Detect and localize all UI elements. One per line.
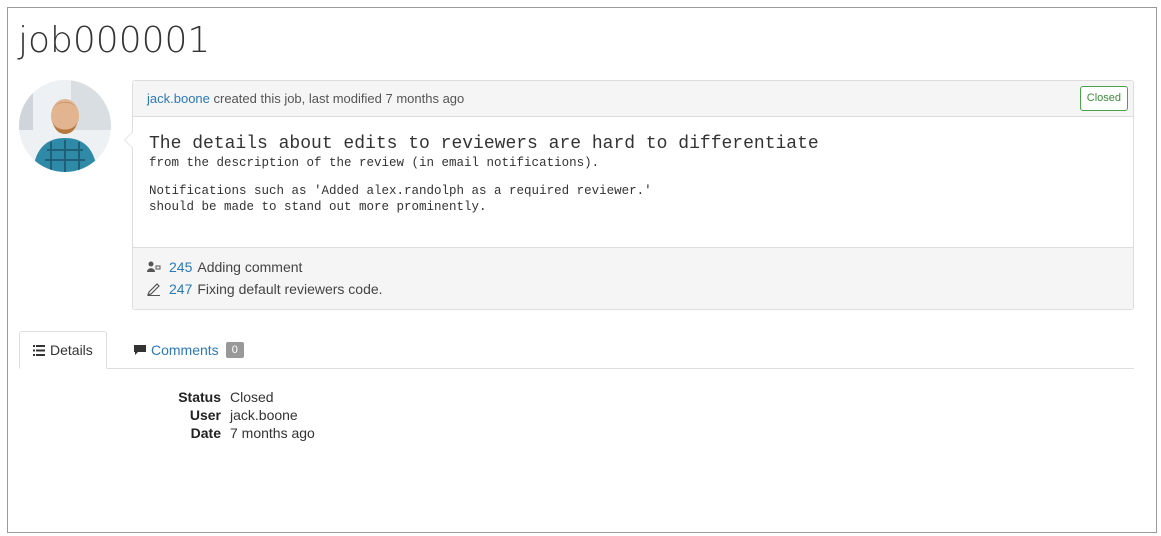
- change-link[interactable]: 247: [169, 281, 192, 297]
- job-panel: jack.boone created this job, last modifi…: [124, 80, 1134, 310]
- detail-value: Closed: [230, 389, 274, 405]
- detail-label: Date: [190, 425, 221, 441]
- job-meta-text: created this job, last modified 7 months…: [209, 91, 465, 106]
- details-list: Status Closed User jack.boone Date 7 mon…: [150, 388, 315, 442]
- detail-row-status: Status Closed: [150, 388, 315, 406]
- avatar-image: [19, 80, 111, 172]
- tab-details[interactable]: Details: [19, 331, 107, 369]
- detail-label: User: [189, 407, 221, 423]
- detail-row-date: Date 7 months ago: [150, 424, 315, 442]
- user-link[interactable]: jack.boone: [230, 406, 298, 424]
- commit-icon: [147, 282, 165, 296]
- description-line: from the description of the review (in e…: [149, 156, 600, 170]
- description-line: Notifications such as 'Added alex.randol…: [149, 184, 652, 198]
- tab-comments[interactable]: Comments 0: [121, 331, 257, 369]
- detail-row-user: User jack.boone: [150, 406, 315, 424]
- review-text: Adding comment: [197, 259, 303, 275]
- job-description: The details about edits to reviewers are…: [133, 117, 1133, 225]
- list-icon: [33, 344, 45, 356]
- comment-icon: [134, 344, 146, 356]
- linked-review: 245 Adding comment: [147, 256, 1119, 278]
- comment-count-badge: 0: [225, 342, 244, 358]
- description-line: should be made to stand out more promine…: [149, 200, 487, 214]
- linked-items: 245 Adding comment 247 Fixing default re…: [133, 247, 1133, 309]
- author-link[interactable]: jack.boone: [147, 91, 210, 106]
- review-icon: [147, 261, 165, 273]
- tab-label: Details: [50, 342, 93, 358]
- job-header: jack.boone created this job, last modifi…: [133, 81, 1133, 117]
- tab-label: Comments: [151, 342, 219, 358]
- detail-label: Status: [178, 389, 221, 405]
- review-link[interactable]: 245: [169, 259, 192, 275]
- detail-value: 7 months ago: [230, 425, 315, 441]
- avatar[interactable]: [19, 80, 111, 172]
- description-title: The details about edits to reviewers are…: [149, 134, 819, 154]
- tab-bar: Details Comments 0: [19, 331, 1134, 369]
- status-badge: Closed: [1079, 86, 1128, 111]
- page-title: job000001: [18, 20, 211, 61]
- change-text: Fixing default reviewers code.: [197, 281, 383, 297]
- linked-commit: 247 Fixing default reviewers code.: [147, 278, 1119, 300]
